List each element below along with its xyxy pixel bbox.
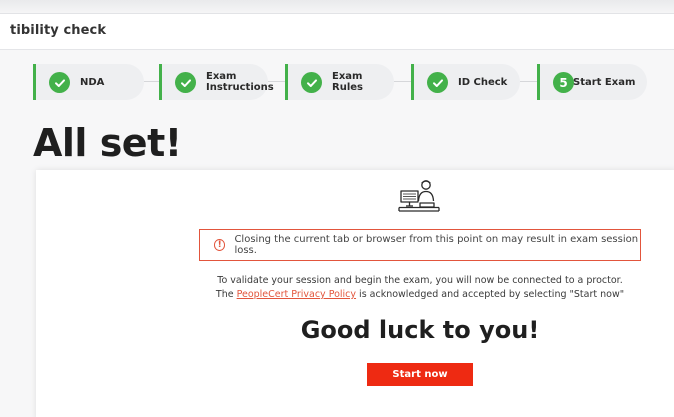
exclamation-circle-icon: ! [214,239,226,251]
step-number: 5 [559,75,568,90]
check-icon [49,72,70,93]
info-prefix: The [215,289,237,300]
step-start-exam: 5 Start Exam [537,64,647,100]
main-card: ! Closing the current tab or browser fro… [36,170,674,417]
check-icon [427,72,448,93]
warning-text: Closing the current tab or browser from … [234,234,639,256]
step-label: NDA [80,76,105,88]
step-label: Exam Instructions [206,71,274,93]
session-loss-warning: ! Closing the current tab or browser fro… [199,229,641,261]
proctor-info: To validate your session and begin the e… [199,274,641,302]
step-label: ID Check [458,76,508,88]
step-connector [394,81,412,82]
privacy-policy-link[interactable]: PeopleCert Privacy Policy [237,289,356,300]
check-icon [175,72,196,93]
step-id-check: ID Check [411,64,520,100]
start-now-button[interactable]: Start now [367,363,473,386]
window-title: tibility check [10,23,107,38]
progress-stepper: NDA Exam Instructions Exam Rules ID Chec… [0,64,674,100]
step-label: Start Exam [573,76,636,88]
good-luck-heading: Good luck to you! [300,316,540,344]
top-fade [0,0,674,14]
page-title: All set! [33,121,182,165]
info-line-2: The PeopleCert Privacy Policy is acknowl… [199,288,641,302]
info-line-1: To validate your session and begin the e… [217,275,623,286]
step-exam-instructions: Exam Instructions [159,64,274,100]
check-icon [301,72,322,93]
step-number-badge: 5 [553,72,574,93]
step-nda: NDA [33,64,144,100]
title-bar: tibility check [0,14,674,50]
step-exam-rules: Exam Rules [285,64,394,100]
step-label: Exam Rules [332,71,363,93]
info-suffix: is acknowledged and accepted by selectin… [356,289,625,300]
proctor-icon [398,180,440,212]
